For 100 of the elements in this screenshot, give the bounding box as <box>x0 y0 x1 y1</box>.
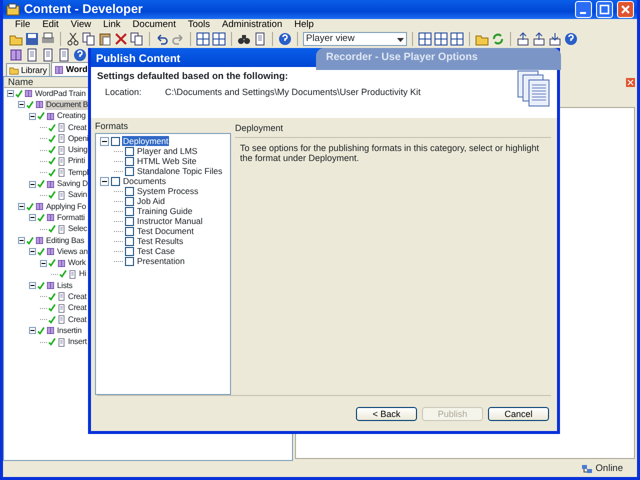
tree-item[interactable]: Creat <box>67 122 88 133</box>
tree-item[interactable]: Formatti <box>56 212 86 223</box>
tree-item[interactable]: Saving D <box>56 179 89 190</box>
menu-item[interactable]: Document <box>126 19 182 31</box>
layout-icon[interactable] <box>212 32 226 46</box>
document-icon[interactable] <box>57 48 71 62</box>
checkbox[interactable] <box>125 196 134 206</box>
tree-item[interactable]: Printi <box>67 156 86 166</box>
checkbox[interactable] <box>125 156 134 166</box>
tree-item[interactable]: Player and LMS <box>136 146 198 156</box>
menu-item[interactable]: File <box>9 19 36 31</box>
tree-item[interactable]: Openi <box>67 134 90 144</box>
layout-icon[interactable] <box>434 32 448 46</box>
checkbox[interactable] <box>125 236 134 246</box>
tab[interactable]: Library <box>6 63 50 76</box>
tree-item[interactable]: WordPad Train <box>34 88 87 99</box>
layout-icon[interactable] <box>196 32 210 46</box>
tree-item[interactable]: Standalone Topic Files <box>136 166 224 176</box>
menu-item[interactable]: Administration <box>216 19 288 31</box>
collapse-icon[interactable] <box>29 112 36 120</box>
tree-item[interactable]: Insertin <box>56 326 83 336</box>
tree-item[interactable]: Job Aid <box>136 196 166 206</box>
checkbox[interactable] <box>111 176 120 186</box>
collapse-icon[interactable] <box>29 282 36 290</box>
checkbox[interactable] <box>125 206 134 216</box>
tree-item[interactable]: Using <box>67 145 88 156</box>
tree-item[interactable]: Test Results <box>136 236 184 246</box>
tree-item[interactable]: Applying Fo <box>45 202 88 212</box>
close-icon[interactable] <box>626 78 635 87</box>
minimize-button[interactable] <box>575 1 592 18</box>
layout-icon[interactable] <box>450 32 464 46</box>
menu-item[interactable]: View <box>64 19 98 31</box>
binoculars-icon[interactable] <box>237 32 251 46</box>
view-dropdown[interactable]: Player view <box>303 32 407 46</box>
tree-item[interactable]: Selec <box>67 224 88 234</box>
checkbox[interactable] <box>125 256 134 266</box>
tree-item[interactable]: Presentation <box>136 256 186 266</box>
tree-item[interactable]: Creat <box>67 292 88 302</box>
delete-icon[interactable] <box>114 32 128 46</box>
tree-item[interactable]: Test Document <box>136 226 195 236</box>
collapse-icon[interactable] <box>100 136 109 146</box>
dialog-button[interactable]: Cancel <box>488 406 549 420</box>
menu-item[interactable]: Edit <box>36 19 65 31</box>
paste-icon[interactable] <box>98 32 112 46</box>
checkbox[interactable] <box>125 216 134 226</box>
layout-icon[interactable] <box>418 32 432 46</box>
tree-item[interactable]: Savin <box>67 190 88 200</box>
download-icon[interactable] <box>548 32 562 46</box>
tree-item[interactable]: Documents <box>122 176 167 186</box>
document-icon[interactable] <box>253 32 267 46</box>
maximize-icon[interactable] <box>599 4 610 15</box>
maximize-button[interactable] <box>596 1 613 18</box>
help-icon[interactable] <box>564 32 578 46</box>
tree-item[interactable]: Insert <box>67 337 88 348</box>
dialog-button[interactable]: < Back <box>356 406 417 420</box>
checkbox[interactable] <box>125 166 134 176</box>
upload-icon[interactable] <box>532 32 546 46</box>
menu-item[interactable]: Tools <box>182 19 216 31</box>
copy-icon[interactable] <box>130 32 144 46</box>
tree-item[interactable]: Hi <box>78 269 88 280</box>
tree-item[interactable]: Training Guide <box>136 206 194 216</box>
collapse-icon[interactable] <box>29 180 36 188</box>
checkbox[interactable] <box>111 136 120 146</box>
save-icon[interactable] <box>25 32 39 46</box>
tree-item[interactable]: Document B <box>45 100 90 110</box>
tree-item[interactable]: Instructor Manual <box>136 216 204 226</box>
help-icon[interactable] <box>278 32 292 46</box>
checkbox[interactable] <box>125 146 134 156</box>
collapse-icon[interactable] <box>18 237 25 244</box>
document-icon[interactable] <box>41 48 55 62</box>
tree-item[interactable]: Creat <box>67 314 88 325</box>
document-icon[interactable] <box>25 48 39 62</box>
checkbox[interactable] <box>125 246 134 256</box>
checkbox[interactable] <box>125 186 134 196</box>
tree-item[interactable]: Templ <box>67 168 90 178</box>
undo-icon[interactable] <box>155 32 169 46</box>
scissors-icon[interactable] <box>66 32 80 46</box>
collapse-icon[interactable] <box>29 248 36 256</box>
copy-icon[interactable] <box>82 32 96 46</box>
tree-item[interactable]: Creat <box>67 303 88 314</box>
collapse-icon[interactable] <box>100 176 109 186</box>
close-icon[interactable] <box>620 4 631 15</box>
tree-item[interactable]: Editing Bas <box>45 236 86 246</box>
print-icon[interactable] <box>41 32 55 46</box>
tree-item[interactable]: Lists <box>56 280 74 291</box>
collapse-icon[interactable] <box>18 203 25 210</box>
tab[interactable]: Word <box>50 62 91 76</box>
tree-item[interactable]: Work <box>67 258 87 268</box>
upload-icon[interactable] <box>516 32 530 46</box>
tree-item[interactable]: HTML Web Site <box>136 156 198 166</box>
refresh-icon[interactable] <box>491 32 505 46</box>
tree-item[interactable]: Test Case <box>136 246 176 256</box>
tree-item[interactable]: System Process <box>136 186 200 196</box>
tree-item[interactable]: Creating <box>56 111 87 122</box>
collapse-icon[interactable] <box>7 90 14 98</box>
help-icon[interactable] <box>73 48 87 62</box>
close-button[interactable] <box>617 1 634 18</box>
collapse-icon[interactable] <box>40 260 47 267</box>
collapse-icon[interactable] <box>18 101 25 108</box>
tree-item[interactable]: Deployment <box>122 136 170 146</box>
